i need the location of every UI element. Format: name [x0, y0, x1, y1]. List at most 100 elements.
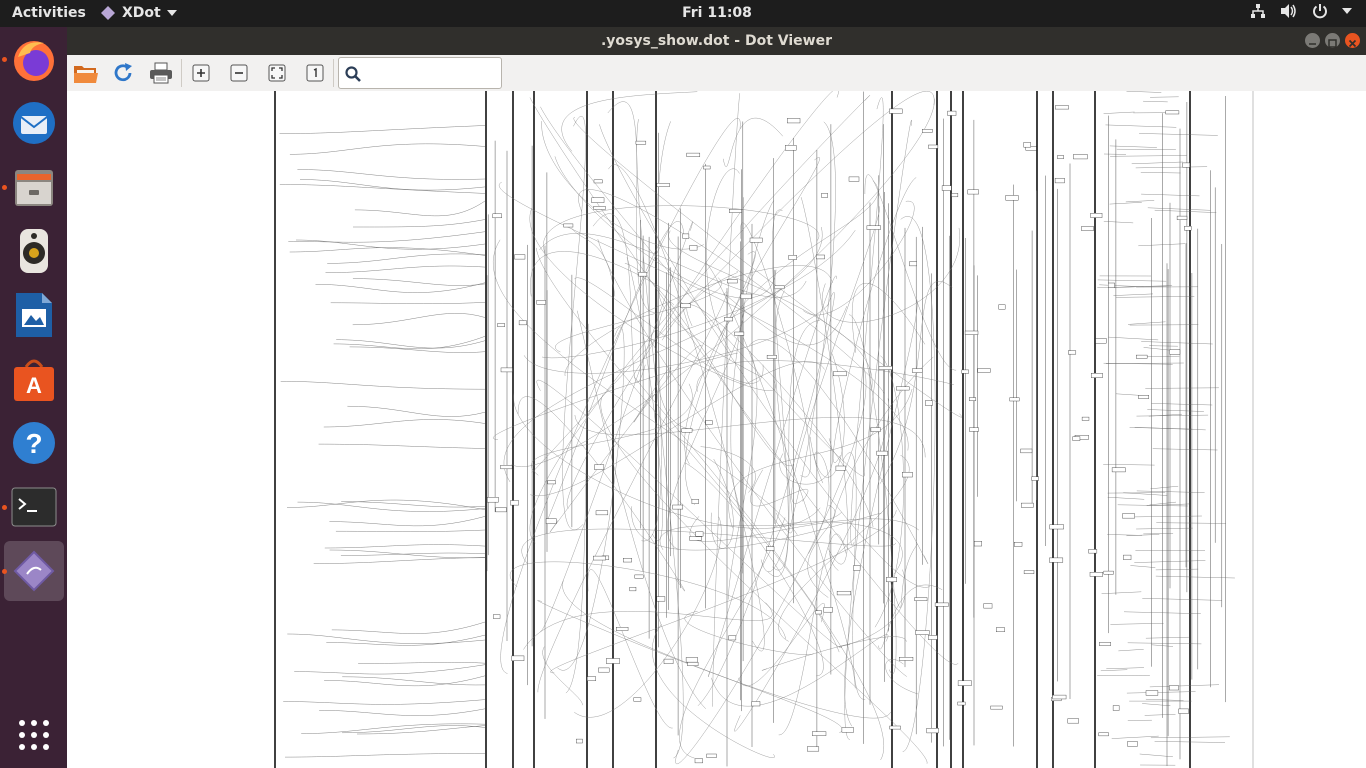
system-tray[interactable] — [1250, 3, 1352, 19]
graph-node[interactable] — [1020, 448, 1033, 454]
graph-node[interactable] — [634, 574, 644, 579]
graph-node[interactable] — [734, 331, 745, 336]
search-field[interactable] — [367, 62, 499, 84]
graph-node[interactable] — [497, 323, 505, 327]
graph-node[interactable] — [866, 225, 881, 230]
graph-node[interactable] — [1182, 162, 1190, 168]
graph-node[interactable] — [902, 472, 913, 478]
graph-node[interactable] — [969, 397, 977, 401]
graph-node[interactable] — [691, 499, 699, 504]
dock-writer[interactable] — [4, 285, 64, 345]
graph-node[interactable] — [686, 152, 701, 157]
graph-node[interactable] — [998, 304, 1006, 310]
graph-node[interactable] — [1138, 395, 1149, 399]
graph-node[interactable] — [957, 701, 966, 706]
reload-button[interactable] — [109, 60, 137, 86]
graph-node[interactable] — [912, 368, 923, 373]
graph-node[interactable] — [1009, 397, 1020, 402]
graph-node[interactable] — [1095, 338, 1107, 344]
graph-node[interactable] — [1021, 502, 1034, 508]
graph-node[interactable] — [974, 541, 982, 547]
graph-node[interactable] — [774, 285, 785, 290]
zoom-out-button[interactable] — [225, 60, 253, 86]
graph-node[interactable] — [964, 330, 979, 335]
graph-node[interactable] — [694, 758, 703, 764]
graph-node[interactable] — [1176, 215, 1188, 220]
graph-node[interactable] — [487, 497, 499, 503]
window-titlebar[interactable]: .yosys_show.dot - Dot Viewer — [67, 27, 1366, 55]
graph-node[interactable] — [518, 320, 527, 326]
graph-node[interactable] — [511, 655, 525, 661]
graph-node[interactable] — [682, 233, 690, 239]
graph-node[interactable] — [705, 420, 713, 425]
graph-node[interactable] — [928, 144, 939, 149]
graph-node[interactable] — [689, 245, 698, 251]
network-icon[interactable] — [1250, 3, 1266, 19]
close-button[interactable] — [1345, 33, 1360, 48]
search-input[interactable] — [338, 57, 502, 89]
graph-node[interactable] — [836, 591, 851, 596]
graph-node[interactable] — [1111, 467, 1126, 473]
graph-node[interactable] — [724, 317, 733, 322]
graph-node[interactable] — [1005, 195, 1019, 201]
zoom-100-button[interactable] — [301, 60, 329, 86]
graph-node[interactable] — [727, 279, 738, 284]
graph-node[interactable] — [812, 731, 827, 736]
graph-node[interactable] — [598, 667, 610, 673]
graph-node[interactable] — [1057, 155, 1064, 159]
graph-node[interactable] — [629, 587, 637, 592]
dock-firefox[interactable] — [4, 29, 64, 89]
graph-node[interactable] — [915, 630, 930, 635]
graph-node[interactable] — [835, 465, 846, 471]
dock-software[interactable]: A — [4, 349, 64, 409]
graph-node[interactable] — [990, 705, 1003, 710]
graph-node[interactable] — [514, 254, 526, 260]
graph-node[interactable] — [706, 753, 717, 758]
graph-node[interactable] — [876, 450, 888, 456]
graph-node[interactable] — [788, 255, 797, 260]
graph-node[interactable] — [1081, 416, 1090, 421]
graph-node[interactable] — [922, 129, 933, 133]
graph-node[interactable] — [961, 369, 969, 374]
graph-node[interactable] — [909, 261, 917, 267]
graph-node[interactable] — [1123, 554, 1132, 560]
graph-node[interactable] — [606, 658, 620, 664]
graph-node[interactable] — [977, 368, 991, 373]
graph-node[interactable] — [1112, 705, 1120, 711]
graph-node[interactable] — [703, 165, 711, 170]
graph-node[interactable] — [672, 504, 684, 510]
graph-node[interactable] — [685, 657, 698, 663]
graph-node[interactable] — [1090, 373, 1103, 378]
graph-node[interactable] — [500, 465, 513, 470]
graph-node[interactable] — [593, 555, 606, 561]
graph-node[interactable] — [593, 206, 606, 210]
graph-node[interactable] — [1023, 142, 1031, 148]
graph-node[interactable] — [1088, 549, 1098, 554]
graph-node[interactable] — [1055, 105, 1069, 110]
minimize-button[interactable] — [1305, 33, 1320, 48]
graph-node[interactable] — [1049, 524, 1064, 530]
dock-app-grid[interactable] — [4, 705, 64, 765]
graph-node[interactable] — [807, 746, 820, 752]
dock-help[interactable]: ? — [4, 413, 64, 473]
graph-canvas[interactable] — [67, 91, 1366, 768]
graph-node[interactable] — [878, 366, 893, 370]
graph-node[interactable] — [728, 635, 737, 641]
dock-xdot[interactable] — [4, 541, 64, 601]
graph-node[interactable] — [833, 371, 847, 377]
graph-node[interactable] — [766, 546, 775, 551]
graph-node[interactable] — [928, 635, 938, 640]
graph-node[interactable] — [1049, 557, 1064, 563]
graph-node[interactable] — [500, 367, 513, 373]
dock-thunderbird[interactable] — [4, 93, 64, 153]
graph-node[interactable] — [1165, 110, 1180, 115]
graph-node[interactable] — [695, 531, 704, 537]
graph-node[interactable] — [934, 602, 949, 607]
print-button[interactable] — [147, 60, 175, 86]
graph-node[interactable] — [563, 223, 574, 228]
graph-node[interactable] — [1073, 154, 1088, 160]
graph-node[interactable] — [1067, 718, 1079, 724]
graph-node[interactable] — [967, 189, 979, 195]
graph-node[interactable] — [1122, 513, 1135, 519]
graph-node[interactable] — [1023, 570, 1035, 574]
